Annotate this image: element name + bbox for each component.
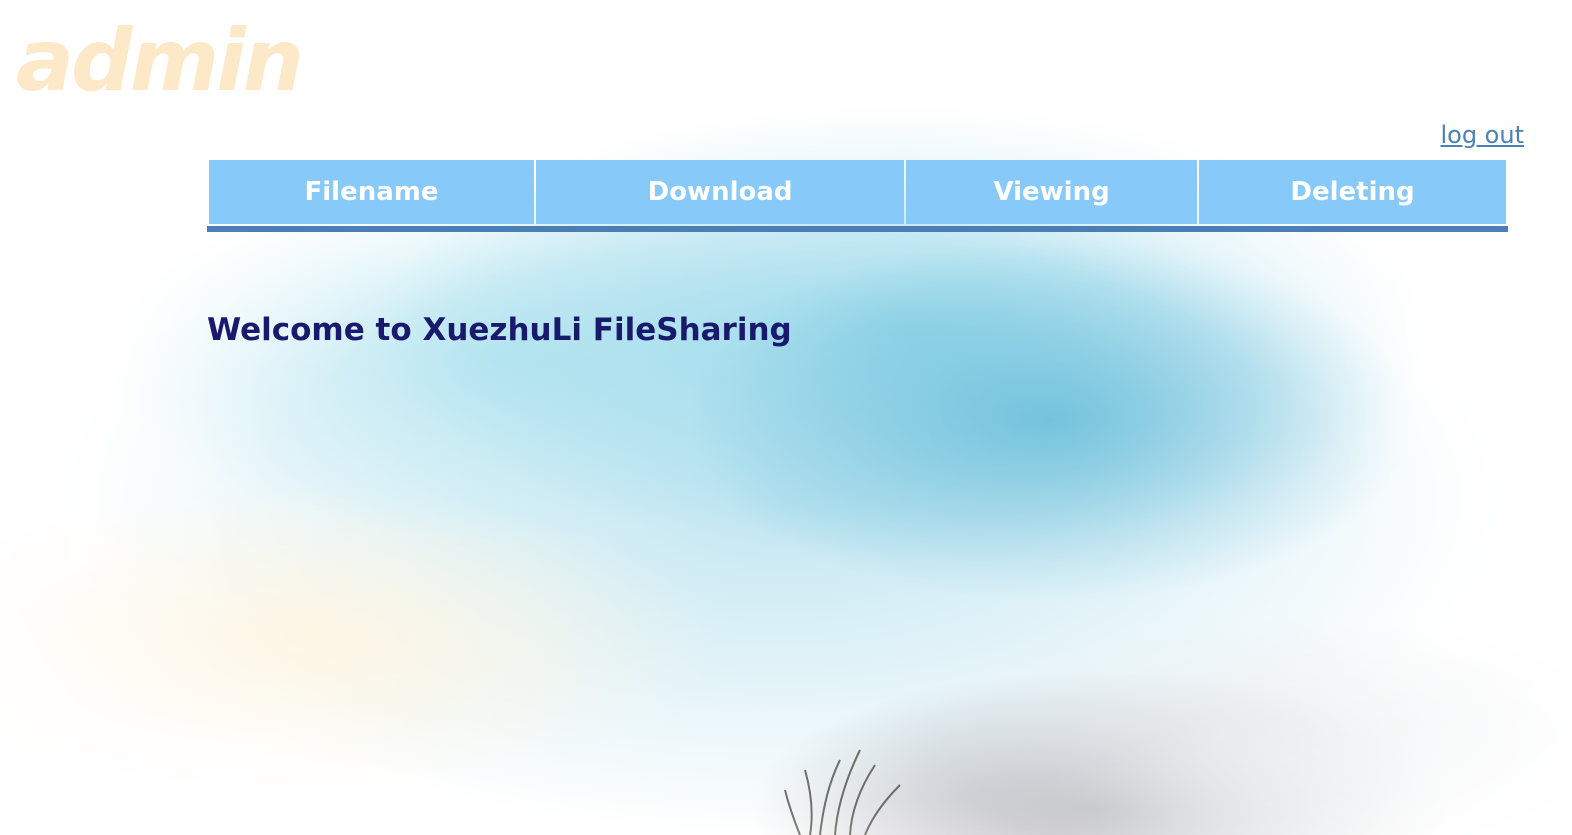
column-header-download: Download (536, 160, 905, 224)
column-header-deleting: Deleting (1199, 160, 1506, 224)
table-header-row: Filename Download Viewing Deleting (209, 160, 1506, 224)
logout-link[interactable]: log out (1440, 121, 1524, 149)
username-banner: admin (16, 11, 304, 111)
background-sky-image (0, 0, 1572, 835)
grass-silhouette (784, 749, 901, 835)
file-table-header: Filename Download Viewing Deleting (207, 158, 1508, 232)
welcome-heading: Welcome to XuezhuLi FileSharing (207, 312, 792, 348)
column-header-viewing: Viewing (906, 160, 1198, 224)
column-header-filename: Filename (209, 160, 534, 224)
